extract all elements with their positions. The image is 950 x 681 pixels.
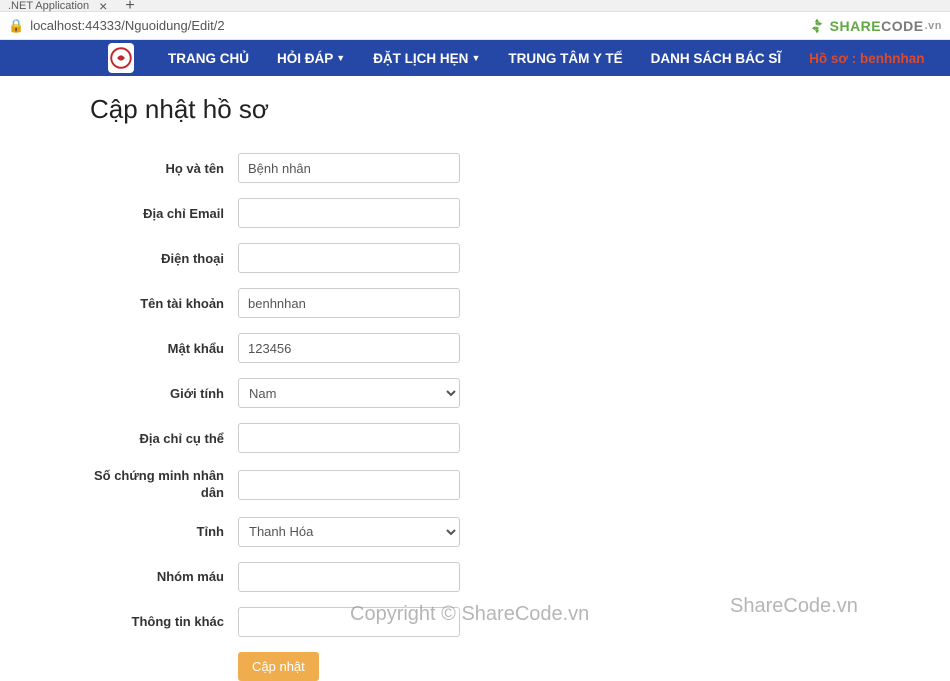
new-tab-icon[interactable]: + [125,0,134,15]
province-label: Tỉnh [90,524,238,539]
main-navbar: TRANG CHỦ HỎI ĐÁP▼ ĐẶT LỊCH HẸN ▼ TRUNG … [0,40,950,76]
browser-tab-bar: .NET Application × + [0,0,950,12]
badge-vn: .vn [925,20,942,32]
gender-label: Giới tính [90,386,238,401]
fullname-input[interactable] [238,153,460,183]
site-logo[interactable] [108,43,134,73]
recycle-icon [808,17,826,35]
sharecode-badge: SHARECODE.vn [808,17,942,35]
page-title: Cập nhật hồ sơ [90,94,950,125]
nav-faq[interactable]: HỎI ĐÁP▼ [263,51,359,66]
password-label: Mật khẩu [90,341,238,356]
nav-medcenter[interactable]: TRUNG TÂM Y TẾ [494,51,636,66]
chevron-down-icon: ▼ [336,53,345,63]
submit-button[interactable]: Cập nhật [238,652,319,681]
province-select[interactable]: Thanh Hóa [238,517,460,547]
chevron-down-icon: ▼ [471,53,480,63]
nav-doctors[interactable]: DANH SÁCH BÁC SĨ [637,51,796,66]
close-icon[interactable]: × [99,0,107,14]
address-input[interactable] [238,423,460,453]
username-label: Tên tài khoản [90,296,238,311]
main-content: Cập nhật hồ sơ Họ và tên Địa chỉ Email Đ… [0,76,950,681]
address-label: Địa chỉ cụ thể [90,431,238,446]
password-input[interactable] [238,333,460,363]
phone-label: Điện thoại [90,251,238,266]
gender-select[interactable]: Nam [238,378,460,408]
email-label: Địa chỉ Email [90,206,238,221]
other-input[interactable] [238,607,460,637]
address-bar: 🔒 localhost:44333/Nguoidung/Edit/2 SHARE… [0,12,950,40]
bloodtype-input[interactable] [238,562,460,592]
lock-icon: 🔒 [8,18,24,34]
idcard-input[interactable] [238,470,460,500]
nav-home[interactable]: TRANG CHỦ [154,51,263,66]
username-input[interactable] [238,288,460,318]
url-text[interactable]: localhost:44333/Nguoidung/Edit/2 [30,18,807,33]
email-input[interactable] [238,198,460,228]
nav-booking[interactable]: ĐẶT LỊCH HẸN ▼ [359,51,494,66]
badge-code: CODE [881,18,923,34]
other-label: Thông tin khác [90,614,238,629]
phone-input[interactable] [238,243,460,273]
nav-profile[interactable]: Hồ sơ : benhnhan [795,51,938,66]
tab-title: .NET Application [8,0,89,12]
nav-logout[interactable]: Đăng Xuất [938,51,950,66]
badge-share: SHARE [830,18,882,34]
idcard-label: Số chứng minh nhân dân [90,468,238,502]
fullname-label: Họ và tên [90,161,238,176]
bloodtype-label: Nhóm máu [90,569,238,584]
